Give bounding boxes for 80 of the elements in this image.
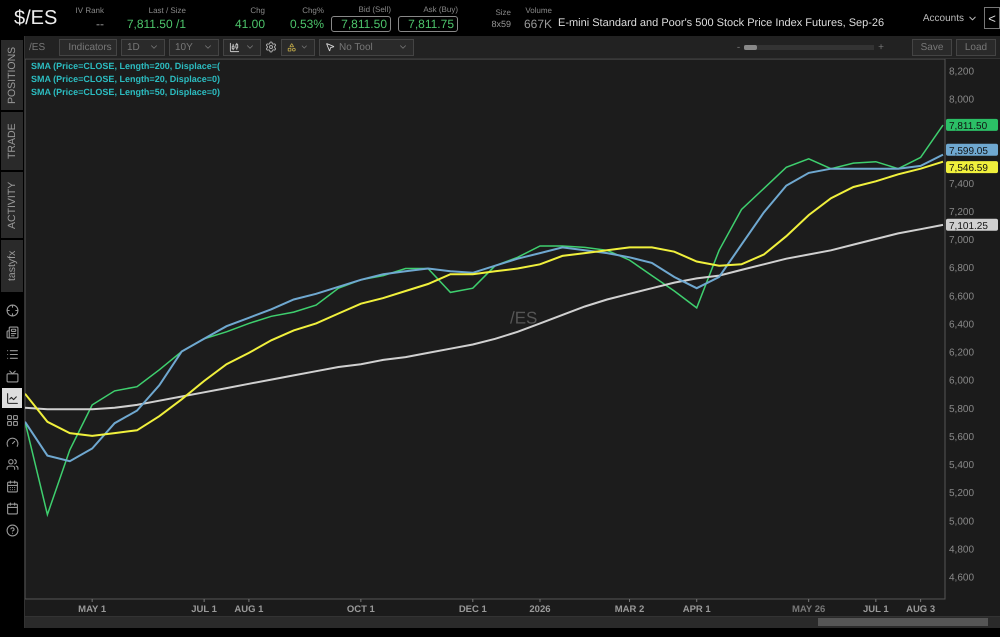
stat-label: Ask (Buy): [423, 4, 458, 14]
collapse-button[interactable]: <: [984, 7, 1000, 29]
zoom-thumb[interactable]: [744, 44, 758, 50]
x-axis-label: JUL 1: [191, 604, 217, 614]
cursor-icon: [325, 42, 335, 52]
zoom-slider[interactable]: [744, 44, 874, 50]
candlestick-icon: [229, 42, 240, 52]
y-axis-label: 6,200: [949, 348, 974, 358]
shapes-icon: [287, 42, 296, 52]
load-button[interactable]: Load: [956, 38, 996, 56]
stat-label: Size: [495, 8, 511, 16]
chart-type-dropdown[interactable]: [223, 38, 261, 56]
y-axis-label: 5,800: [949, 404, 974, 415]
x-axis-label: MAY 26: [792, 604, 826, 614]
side-tab[interactable]: TRADE: [1, 112, 23, 170]
y-axis-label: 6,600: [949, 291, 974, 302]
x-axis-label: 2026: [529, 604, 551, 614]
y-axis-label: 8,000: [949, 94, 974, 106]
side-tab[interactable]: POSITIONS: [1, 40, 23, 110]
y-axis-label: 4,600: [949, 572, 974, 584]
price-badge: 7,811.50: [946, 118, 998, 132]
stat-label: Bid (Sell): [358, 4, 391, 14]
x-axis-label: OCT 1: [346, 604, 375, 614]
x-axis-label: DEC 1: [458, 604, 487, 614]
x-axis-label: MAY 1: [78, 604, 106, 614]
price-badge: 7,546.59: [946, 161, 998, 174]
y-axis-label: 5,600: [949, 432, 974, 443]
y-axis-label: 6,000: [949, 376, 974, 387]
stat-value: --: [96, 16, 104, 30]
stat-value: 667K: [524, 16, 552, 30]
stat-label: Last / Size: [148, 6, 186, 14]
stat-value: 41.00: [234, 16, 265, 30]
stat-value: 0.53%: [290, 16, 324, 30]
side-tab[interactable]: tastyfx: [1, 240, 23, 292]
scrollbar-thumb[interactable]: [818, 618, 988, 626]
indicator-legend[interactable]: SMA (Price=CLOSE, Length=50, Displace=0): [31, 87, 220, 97]
interval-dropdown[interactable]: 1D: [121, 38, 165, 56]
quote-box: 7,811.50: [331, 16, 391, 32]
y-axis-label: 5,400: [949, 460, 974, 471]
settings-icon[interactable]: [265, 41, 277, 53]
indicator-legend[interactable]: SMA (Price=CLOSE, Length=20, Displace=0): [31, 74, 220, 84]
indicators-button[interactable]: Indicators: [59, 38, 117, 56]
stat-label: Chg: [250, 6, 265, 14]
y-axis-label: 6,800: [949, 263, 974, 274]
y-axis-label: 7,200: [949, 206, 974, 218]
chart-symbol-label: /ES: [510, 308, 538, 328]
y-axis-label: 5,000: [949, 516, 974, 528]
chart-symbol: /ES: [29, 42, 46, 52]
price-badge: 7,599.05: [946, 144, 998, 157]
chart-icon[interactable]: [2, 388, 22, 408]
side-tab[interactable]: ACTIVITY: [1, 172, 23, 238]
instrument-description: E-mini Standard and Poor's 500 Stock Price Index Futures, Sep-26: [558, 17, 884, 29]
drawing-dropdown[interactable]: [281, 38, 315, 56]
quote-box: 7,811.75: [398, 16, 458, 32]
y-axis-label: 5,200: [949, 488, 974, 500]
zoom-out-button[interactable]: -: [736, 42, 740, 52]
stat-value: 8x59: [491, 18, 511, 28]
x-axis-label: MAR 2: [614, 604, 644, 614]
stat-label: Volume: [525, 6, 552, 14]
x-axis-label: APR 1: [682, 604, 711, 614]
range-dropdown[interactable]: 10Y: [169, 38, 219, 56]
indicator-legend[interactable]: SMA (Price=CLOSE, Length=200, Displace=(: [31, 61, 220, 71]
y-axis-label: 4,800: [949, 544, 974, 556]
y-axis-label: 8,200: [949, 66, 974, 78]
tool-dropdown[interactable]: No Tool: [319, 38, 414, 56]
symbol-title: $/ES: [14, 6, 58, 30]
zoom-in-button[interactable]: +: [878, 42, 884, 52]
price-badge: 7,101.25: [946, 218, 998, 232]
x-axis-label: JUL 1: [862, 604, 889, 614]
save-button[interactable]: Save: [912, 38, 952, 56]
y-axis-label: 7,400: [949, 178, 974, 190]
accounts-dropdown[interactable]: Accounts: [916, 12, 984, 24]
stat-label: IV Rank: [76, 6, 104, 14]
stat-label: Chg%: [302, 6, 324, 14]
horizontal-scrollbar[interactable]: [25, 616, 1000, 628]
x-axis-label: AUG 3: [906, 604, 936, 614]
x-axis-label: AUG 1: [234, 604, 264, 614]
y-axis-label: 7,000: [949, 235, 974, 246]
y-axis-label: 6,400: [949, 319, 974, 330]
stat-value: 7,811.50 /1: [126, 16, 186, 30]
